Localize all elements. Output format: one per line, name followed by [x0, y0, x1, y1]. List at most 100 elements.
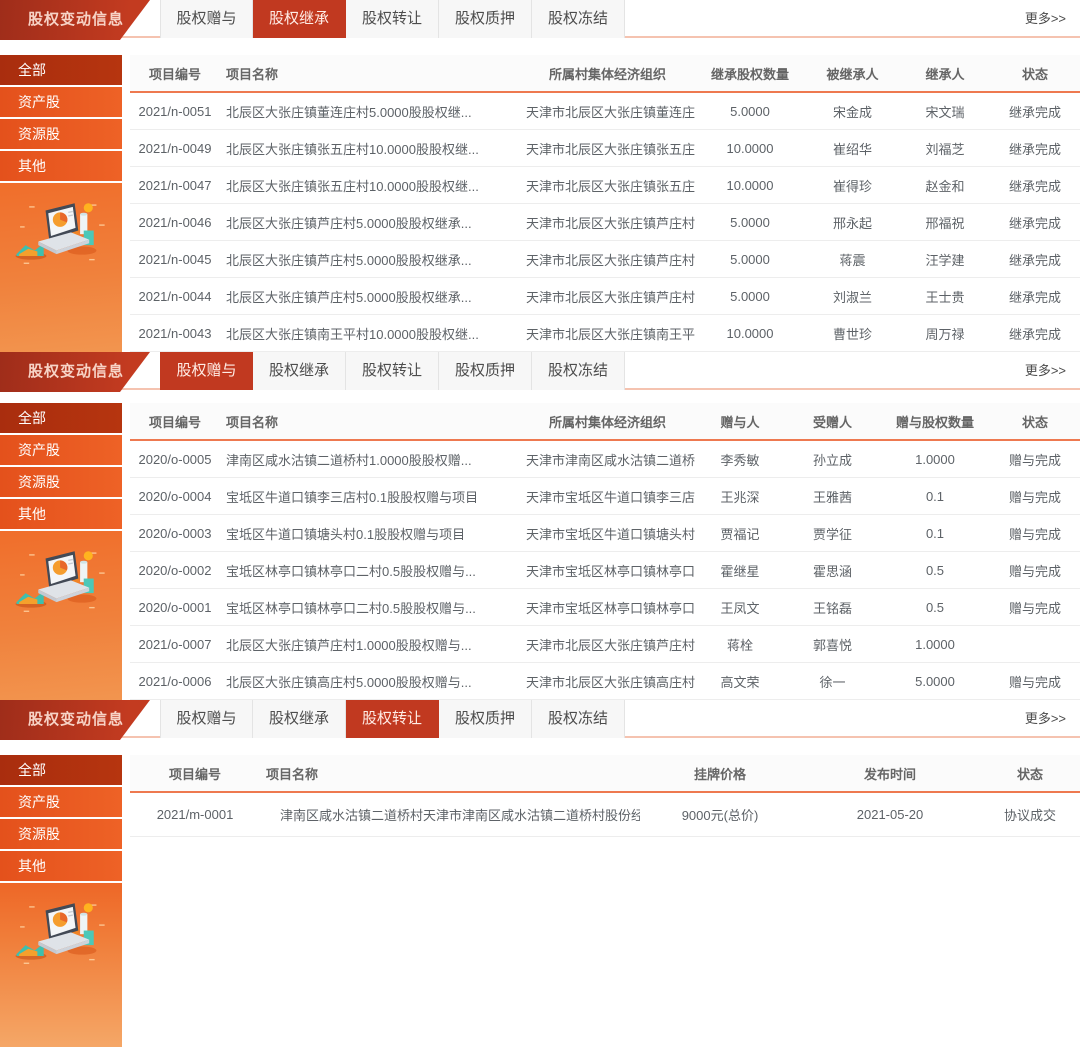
header-cell: 赠与人: [695, 412, 785, 431]
tab-equity-freeze[interactable]: 股权冻结: [532, 352, 625, 390]
section-tabbar: 股权变动信息 股权赠与股权继承股权转让股权质押股权冻结 更多>>: [0, 352, 1080, 390]
tab-equity-gift[interactable]: 股权赠与: [160, 700, 253, 738]
cell: 郭喜悦: [785, 635, 880, 654]
cell: 宝坻区牛道口镇李三店村0.1股股权赠与项目: [220, 487, 520, 506]
table-row[interactable]: 2021/o-0006北辰区大张庄镇高庄村5.0000股股权赠与...天津市北辰…: [130, 663, 1080, 700]
cell: 刘淑兰: [805, 287, 900, 306]
cell: 继承完成: [990, 250, 1080, 269]
tab-equity-pledge[interactable]: 股权质押: [439, 352, 532, 390]
table-row[interactable]: 2021/n-0046北辰区大张庄镇芦庄村5.0000股股权继承...天津市北辰…: [130, 204, 1080, 241]
sidebar-item-asset-shares[interactable]: 资产股: [0, 435, 122, 465]
table-row[interactable]: 2020/o-0004宝坻区牛道口镇李三店村0.1股股权赠与项目天津市宝坻区牛道…: [130, 478, 1080, 515]
sidebar-item-asset-shares[interactable]: 资产股: [0, 787, 122, 817]
tab-equity-transfer[interactable]: 股权转让: [346, 352, 439, 390]
cell: 北辰区大张庄镇南王平村10.0000股股权继...: [220, 324, 520, 343]
cell: 霍思涵: [785, 561, 880, 580]
equity-change-portal: 股权变动信息 股权赠与股权继承股权转让股权质押股权冻结 更多>> 全部资产股资源…: [0, 0, 1080, 1047]
cell: 0.1: [880, 526, 990, 541]
tab-equity-gift[interactable]: 股权赠与: [160, 352, 253, 390]
table-row[interactable]: 2021/n-0043北辰区大张庄镇南王平村10.0000股股权继...天津市北…: [130, 315, 1080, 352]
cell: 继承完成: [990, 102, 1080, 121]
header-cell: 项目编号: [130, 412, 220, 431]
cell: 宝坻区牛道口镇塘头村0.1股股权赠与项目: [220, 524, 520, 543]
table-header-row: 项目编号项目名称挂牌价格发布时间状态: [130, 755, 1080, 793]
header-cell: 赠与股权数量: [880, 412, 990, 431]
section-content: 全部资产股资源股其他 项目编号项目名称所属村集体经济组织继承股权数量被继承人继承…: [0, 55, 1080, 352]
tab-equity-inheritance[interactable]: 股权继承: [253, 700, 346, 738]
tab-equity-inheritance[interactable]: 股权继承: [253, 352, 346, 390]
section-banner: 股权变动信息: [0, 0, 150, 40]
cell: 1.0000: [880, 452, 990, 467]
table-row[interactable]: 2020/o-0001宝坻区林亭口镇林亭口二村0.5股股权赠与...天津市宝坻区…: [130, 589, 1080, 626]
cell: 天津市北辰区大张庄镇南王平村股...: [520, 324, 695, 343]
sidebar-item-all[interactable]: 全部: [0, 755, 122, 785]
table-row[interactable]: 2021/n-0044北辰区大张庄镇芦庄村5.0000股股权继承...天津市北辰…: [130, 278, 1080, 315]
sidebar-illustration-area: [0, 531, 122, 700]
sidebar-item-resource-shares[interactable]: 资源股: [0, 467, 122, 497]
cell: 继承完成: [990, 213, 1080, 232]
cell: 津南区咸水沽镇二道桥村1.0000股股权赠...: [220, 450, 520, 469]
header-cell: 发布时间: [800, 764, 980, 783]
header-cell: 项目编号: [130, 64, 220, 83]
more-link[interactable]: 更多>>: [1025, 700, 1080, 736]
section-equity-transfer: 股权变动信息 股权赠与股权继承股权转让股权质押股权冻结 更多>> 全部资产股资源…: [0, 700, 1080, 1047]
tab-equity-gift[interactable]: 股权赠与: [160, 0, 253, 38]
sidebar-item-other[interactable]: 其他: [0, 151, 122, 181]
cell: 邢永起: [805, 213, 900, 232]
sidebar-item-resource-shares[interactable]: 资源股: [0, 119, 122, 149]
table-row[interactable]: 2021/n-0049北辰区大张庄镇张五庄村10.0000股股权继...天津市北…: [130, 130, 1080, 167]
table-row[interactable]: 2020/o-0003宝坻区牛道口镇塘头村0.1股股权赠与项目天津市宝坻区牛道口…: [130, 515, 1080, 552]
tab-equity-freeze[interactable]: 股权冻结: [532, 700, 625, 738]
tab-equity-inheritance[interactable]: 股权继承: [253, 0, 346, 38]
cell: 高文荣: [695, 672, 785, 691]
cell: 宝坻区林亭口镇林亭口二村0.5股股权赠与...: [220, 598, 520, 617]
cell: 刘福芝: [900, 139, 990, 158]
cell: 赠与完成: [990, 487, 1080, 506]
cell: 天津市北辰区大张庄镇芦庄村股份...: [520, 213, 695, 232]
cell: 津南区咸水沽镇二道桥村天津市津南区咸水沽镇二道桥村股份经...: [260, 805, 640, 824]
cell: 天津市北辰区大张庄镇张五庄村股...: [520, 176, 695, 195]
data-table: 项目编号项目名称所属村集体经济组织继承股权数量被继承人继承人状态2021/n-0…: [130, 55, 1080, 352]
header-cell: 所属村集体经济组织: [520, 412, 695, 431]
tab-equity-freeze[interactable]: 股权冻结: [532, 0, 625, 38]
cell: 10.0000: [695, 326, 805, 341]
table-row[interactable]: 2021/o-0007北辰区大张庄镇芦庄村1.0000股股权赠与...天津市北辰…: [130, 626, 1080, 663]
tab-equity-transfer[interactable]: 股权转让: [346, 700, 439, 738]
cell: 5.0000: [880, 674, 990, 689]
section-equity-inheritance: 股权变动信息 股权赠与股权继承股权转让股权质押股权冻结 更多>> 全部资产股资源…: [0, 0, 1080, 352]
cell: 2021/n-0051: [130, 104, 220, 119]
laptop-analytics-illustration: [11, 197, 111, 275]
cell: 2021/n-0047: [130, 178, 220, 193]
cell: 宝坻区林亭口镇林亭口二村0.5股股权赠与...: [220, 561, 520, 580]
cell: 天津市津南区咸水沽镇二道桥村股...: [520, 450, 695, 469]
table-row[interactable]: 2021/n-0051北辰区大张庄镇董连庄村5.0000股股权继...天津市北辰…: [130, 93, 1080, 130]
sidebar-illustration-area: [0, 883, 122, 1047]
tab-equity-pledge[interactable]: 股权质押: [439, 0, 532, 38]
cell: 赵金和: [900, 176, 990, 195]
table-row[interactable]: 2021/n-0047北辰区大张庄镇张五庄村10.0000股股权继...天津市北…: [130, 167, 1080, 204]
table-row[interactable]: 2020/o-0002宝坻区林亭口镇林亭口二村0.5股股权赠与...天津市宝坻区…: [130, 552, 1080, 589]
sidebar-item-all[interactable]: 全部: [0, 55, 122, 85]
more-link[interactable]: 更多>>: [1025, 352, 1080, 388]
sidebar-item-resource-shares[interactable]: 资源股: [0, 819, 122, 849]
more-link[interactable]: 更多>>: [1025, 0, 1080, 36]
cell: 徐一: [785, 672, 880, 691]
cell: 赠与完成: [990, 561, 1080, 580]
cell: 5.0000: [695, 252, 805, 267]
tab-strip: 股权赠与股权继承股权转让股权质押股权冻结: [160, 352, 625, 388]
cell: 2021/n-0043: [130, 326, 220, 341]
table-row[interactable]: 2021/m-0001津南区咸水沽镇二道桥村天津市津南区咸水沽镇二道桥村股份经.…: [130, 793, 1080, 837]
cell: 10.0000: [695, 141, 805, 156]
table-row[interactable]: 2021/n-0045北辰区大张庄镇芦庄村5.0000股股权继承...天津市北辰…: [130, 241, 1080, 278]
sidebar-item-asset-shares[interactable]: 资产股: [0, 87, 122, 117]
sidebar-item-other[interactable]: 其他: [0, 851, 122, 881]
header-cell: 项目编号: [130, 764, 260, 783]
table-row[interactable]: 2020/o-0005津南区咸水沽镇二道桥村1.0000股股权赠...天津市津南…: [130, 441, 1080, 478]
sidebar-item-other[interactable]: 其他: [0, 499, 122, 529]
header-cell: 继承股权数量: [695, 64, 805, 83]
sidebar-item-all[interactable]: 全部: [0, 403, 122, 433]
tab-equity-pledge[interactable]: 股权质押: [439, 700, 532, 738]
cell: 天津市宝坻区牛道口镇塘头村股份...: [520, 524, 695, 543]
tab-equity-transfer[interactable]: 股权转让: [346, 0, 439, 38]
tab-strip: 股权赠与股权继承股权转让股权质押股权冻结: [160, 0, 625, 36]
